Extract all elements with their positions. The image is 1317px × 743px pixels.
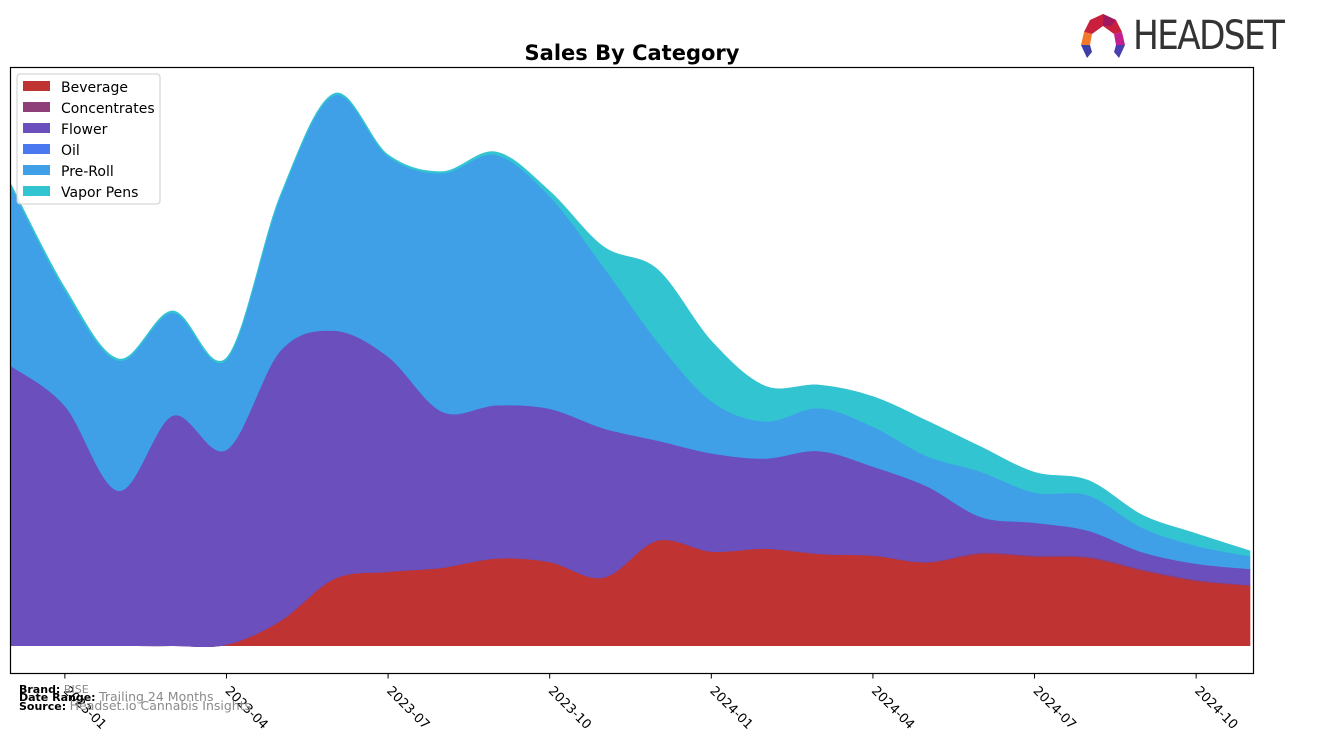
footer-source: Source: Headset.io Cannabis Insights (19, 698, 252, 713)
legend-label-oil: Oil (61, 143, 80, 159)
chart-title: Sales By Category (525, 41, 740, 65)
headset-logo: HEADSET (1078, 12, 1306, 62)
headset-logo-icon (1081, 14, 1125, 58)
legend: Beverage Concentrates Flower Oil Pre-Roll Vap… (16, 73, 161, 205)
x-tick-label-2024-04: 2024-04 (868, 684, 917, 733)
legend-swatch-flower (23, 123, 50, 133)
legend-label-vapor-pens: Vapor Pens (61, 185, 138, 201)
legend-swatch-pre-roll (23, 165, 50, 175)
x-tick-label-2024-01: 2024-01 (706, 684, 755, 733)
headset-logo-text: HEADSET (1133, 13, 1285, 59)
legend-swatch-beverage (23, 81, 50, 91)
sales-by-category-chart: Sales By Category 2023-01 2023-04 2023-07 2… (9, 41, 1255, 733)
legend-label-pre-roll: Pre-Roll (61, 164, 114, 180)
x-tick-label-2024-10: 2024-10 (1191, 684, 1240, 733)
legend-swatch-vapor-pens (23, 186, 50, 196)
legend-label-flower: Flower (61, 122, 108, 138)
area-layers (10, 92, 1251, 648)
x-tick-label-2023-10: 2023-10 (545, 684, 594, 733)
legend-label-beverage: Beverage (61, 80, 128, 96)
legend-label-concentrates: Concentrates (61, 101, 155, 117)
footer-source-value: Headset.io Cannabis Insights (69, 698, 252, 713)
legend-swatch-concentrates (23, 102, 50, 112)
legend-swatch-oil (23, 144, 50, 154)
footer-source-label: Source: (19, 700, 67, 713)
x-tick-label-2024-07: 2024-07 (1030, 684, 1079, 733)
x-tick-label-2023-07: 2023-07 (383, 684, 432, 733)
